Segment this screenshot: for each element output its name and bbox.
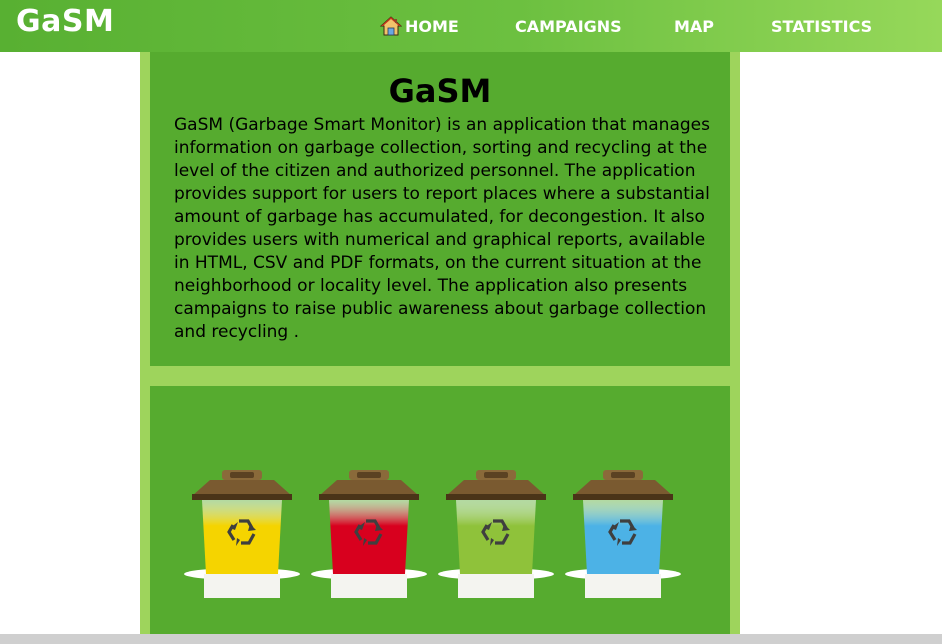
nav-home[interactable]: HOME (380, 14, 459, 38)
recycling-bins-panel (150, 386, 730, 634)
about-description: GaSM (Garbage Smart Monitor) is an appli… (174, 115, 710, 342)
main-container: GaSM GaSM (Garbage Smart Monitor) is an … (140, 52, 740, 634)
home-icon (380, 16, 402, 36)
nav-home-label: HOME (405, 16, 459, 36)
nav-campaigns-label: CAMPAIGNS (515, 16, 622, 36)
recycling-bin (182, 466, 302, 606)
recycling-bin-graphic (565, 470, 681, 598)
nav-map-label: MAP (674, 16, 715, 36)
nav-campaigns[interactable]: CAMPAIGNS (515, 14, 622, 38)
recycling-bin-graphic (311, 470, 427, 598)
about-title: GaSM (388, 72, 492, 110)
app-logo[interactable]: GaSM (16, 4, 114, 39)
recycling-bin-graphic (438, 470, 554, 598)
recycling-bin-graphic (184, 470, 300, 598)
recycling-bin (563, 466, 683, 606)
horizontal-scrollbar[interactable] (0, 634, 942, 644)
recycling-bin (309, 466, 429, 606)
nav-statistics[interactable]: STATISTICS (771, 14, 872, 38)
nav-map[interactable]: MAP (674, 14, 714, 38)
recycling-bin (436, 466, 556, 606)
nav-statistics-label: STATISTICS (771, 16, 873, 36)
top-navbar: GaSM HOME CAMPAIGNS MAP STATISTICS (0, 0, 942, 52)
about-panel: GaSM GaSM (Garbage Smart Monitor) is an … (150, 52, 730, 366)
